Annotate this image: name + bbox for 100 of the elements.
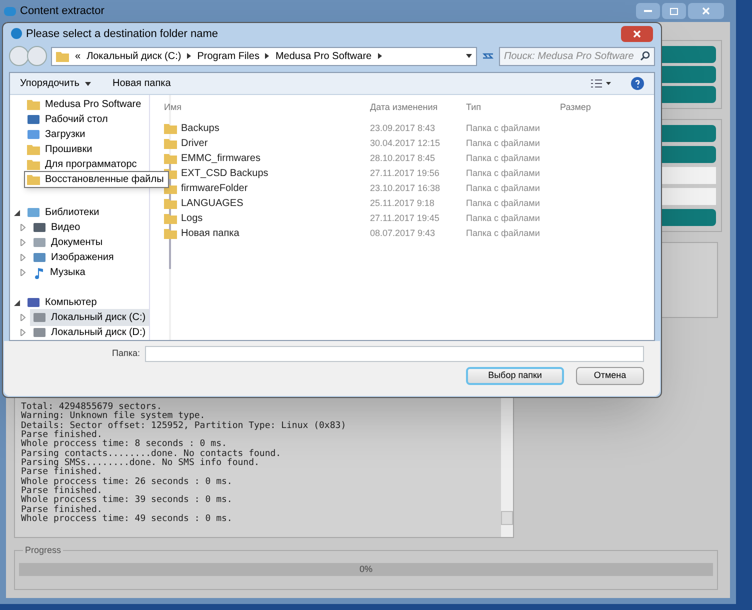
log-line: Parsing contacts........done. No contacts found.: [21, 450, 282, 459]
nav-item[interactable]: Для программаторс: [24, 156, 140, 174]
log-line: Whole proccess time: 8 seconds : 0 ms.: [21, 440, 228, 450]
progress-reading: 0%: [359, 562, 372, 576]
dialog-button[interactable]: Выбор папки: [466, 367, 564, 386]
nav-item[interactable]: Локальный диск (D:): [30, 324, 149, 342]
file-name[interactable]: LANGUAGES: [181, 196, 244, 212]
nav-item[interactable]: Загрузки: [24, 126, 88, 144]
log-line: Whole proccess time: 26 seconds : 0 ms.: [21, 478, 234, 487]
log-line: Total: 4294855679 sectors.: [21, 403, 162, 412]
column-header[interactable]: Имя: [164, 101, 370, 115]
log-line: Parse finished.: [21, 487, 102, 496]
dialog-button[interactable]: Отмена: [576, 367, 644, 386]
nav-item[interactable]: Документы: [30, 234, 106, 252]
back-button[interactable]: [9, 46, 29, 66]
dialog-title: Please select a destination folder name: [26, 26, 218, 42]
file-date: 08.07.2017 9:43: [370, 226, 436, 240]
file-name[interactable]: EXT_CSD Backups: [181, 166, 268, 182]
file-type: Папка с файлами: [466, 226, 541, 240]
folder-icon: [164, 138, 177, 150]
window-title: Content extractor: [20, 4, 104, 19]
nav-item[interactable]: Музыка: [30, 264, 88, 282]
file-date: 27.11.2017 19:56: [370, 166, 440, 180]
folder-icon: [164, 153, 177, 164]
minimize-button[interactable]: [636, 3, 660, 19]
folder-icon: [27, 99, 40, 110]
nav-item[interactable]: Рабочий стол: [24, 111, 111, 128]
nav-item[interactable]: Видео: [30, 219, 84, 236]
address-bar[interactable]: « Локальный диск (C:) Program Files Medusa Pro Software: [51, 46, 477, 66]
expand-arrow-icon[interactable]: [20, 254, 26, 262]
dropdown-arrow-icon[interactable]: [466, 54, 472, 58]
file-name[interactable]: Driver: [181, 136, 208, 152]
file-date: 23.09.2017 8:43: [370, 122, 436, 135]
app-icon: [4, 6, 16, 16]
file-date: 23.10.2017 16:38: [370, 182, 442, 195]
log-line: Whole proccess time: 39 seconds : 0 ms.: [21, 496, 234, 506]
log-line: Warning: Unknown file system type.: [21, 412, 206, 422]
breadcrumb-item[interactable]: Program Files: [197, 48, 260, 64]
close-button[interactable]: [688, 3, 724, 19]
chevron-right-icon[interactable]: [265, 53, 270, 60]
expand-arrow-icon[interactable]: [20, 314, 26, 322]
file-type: Папка с файлами: [466, 196, 541, 210]
file-name[interactable]: Logs: [181, 211, 203, 226]
expand-arrow-icon[interactable]: [20, 329, 26, 336]
file-name[interactable]: firmwareFolder: [181, 181, 248, 196]
folder-icon: [164, 213, 177, 224]
chevron-right-icon[interactable]: [378, 53, 382, 60]
caret-icon: [84, 82, 91, 86]
expand-arrow-icon[interactable]: [20, 239, 26, 246]
column-header[interactable]: Размер: [560, 101, 654, 115]
breadcrumb-item[interactable]: Medusa Pro Software: [275, 48, 372, 64]
close-icon: [633, 30, 641, 38]
log-line: Whole proccess time: 49 seconds : 0 ms.: [21, 515, 234, 524]
folder-label: Папка:: [111, 347, 140, 360]
column-header[interactable]: Дата изменения: [370, 101, 466, 115]
toolbar-button[interactable]: Новая папка: [112, 76, 171, 92]
file-type: Папка с файлами: [466, 122, 541, 135]
folder-field[interactable]: [145, 346, 644, 362]
view-options-icon[interactable]: [591, 79, 611, 88]
file-type: Папка с файлами: [466, 152, 541, 165]
nav-item[interactable]: Прошивки: [24, 141, 96, 158]
nav-item[interactable]: Изображения: [30, 249, 117, 266]
file-type: Папка с файлами: [466, 182, 541, 195]
log-line: Parse finished.: [21, 431, 102, 440]
overflow-mark: «: [75, 50, 81, 64]
expand-arrow-icon[interactable]: [20, 224, 26, 232]
nav-item[interactable]: Medusa Pro Software: [24, 96, 144, 114]
folder-icon: [56, 50, 69, 62]
folder-icon: [27, 144, 40, 156]
file-date: 25.11.2017 9:18: [370, 196, 436, 210]
file-type: Папка с файлами: [466, 166, 541, 180]
file-type: Папка с файлами: [466, 212, 541, 225]
nav-item[interactable]: Компьютер: [24, 294, 100, 312]
breadcrumb-item[interactable]: Локальный диск (C:): [86, 48, 182, 64]
file-name[interactable]: EMMC_firmwares: [181, 151, 260, 166]
collapse-arrow-icon[interactable]: [14, 210, 20, 216]
close-button[interactable]: [621, 26, 653, 42]
progress-label: Progress: [23, 544, 64, 558]
nav-item[interactable]: Библиотеки: [24, 204, 102, 222]
search-icon[interactable]: [640, 51, 650, 62]
file-date: 28.10.2017 8:45: [370, 152, 436, 165]
search-field[interactable]: Поиск: Medusa Pro Software: [499, 46, 655, 66]
column-header[interactable]: Тип: [466, 101, 560, 115]
toolbar-button[interactable]: Упорядочить: [20, 76, 91, 92]
file-type: Папка с файлами: [466, 136, 541, 150]
file-date: 30.04.2017 12:15: [370, 136, 442, 150]
file-name[interactable]: Новая папка: [181, 226, 240, 242]
collapse-arrow-icon[interactable]: [14, 300, 20, 306]
expand-arrow-icon[interactable]: [20, 269, 26, 276]
nav-item[interactable]: Локальный диск (C:): [30, 309, 149, 326]
forward-button[interactable]: [27, 46, 47, 66]
help-icon[interactable]: [631, 77, 644, 90]
log-line: Parse finished.: [21, 468, 102, 478]
chevron-right-icon[interactable]: [187, 53, 192, 60]
file-name[interactable]: Backups: [181, 121, 220, 136]
folder-icon: [164, 123, 177, 134]
maximize-button[interactable]: [662, 3, 686, 19]
log-line: Details: Sector offset: 125952, Partition Type: Linux (0x83): [21, 422, 348, 431]
dialog-icon: [11, 28, 22, 40]
nav-item[interactable]: Восстановленные файлы: [24, 171, 169, 188]
